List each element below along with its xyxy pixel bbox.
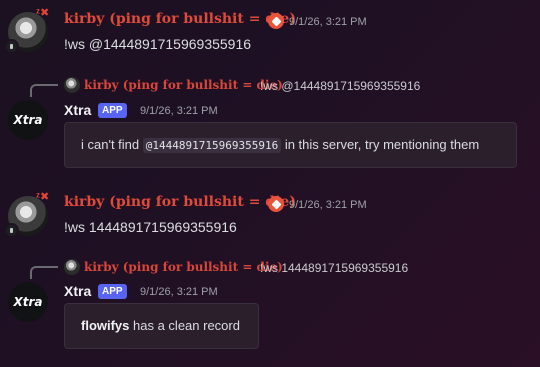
author-name[interactable]: kirby (ping for bullshit = die) bbox=[64, 11, 296, 27]
role-badge-icon[interactable] bbox=[268, 196, 284, 212]
reply-connector bbox=[30, 266, 58, 279]
embed-suffix: in this server, try mentioning them bbox=[281, 137, 480, 152]
message-text: !ws 1444891715969355916 bbox=[64, 219, 237, 235]
embed-rest: has a clean record bbox=[129, 318, 240, 333]
timestamp: 9/1/26, 3:21 PM bbox=[140, 105, 218, 117]
reply-author-name[interactable]: kirby (ping for bullshit = die) bbox=[84, 78, 283, 92]
reply-text[interactable]: !ws 1444891715969355916 bbox=[260, 261, 408, 275]
author-name[interactable]: Xtra bbox=[64, 283, 91, 299]
embed-text: i can't find @1444891715969355916 in thi… bbox=[81, 137, 480, 153]
app-tag: APP bbox=[98, 284, 127, 299]
app-tag: APP bbox=[98, 103, 127, 118]
xtra-avatar-label: Xtra bbox=[13, 113, 43, 127]
reply-author-name[interactable]: kirby (ping for bullshit = die) bbox=[84, 260, 283, 274]
timestamp: 9/1/26, 3:21 PM bbox=[289, 199, 367, 211]
mobile-status-icon bbox=[4, 39, 19, 54]
reply-connector bbox=[30, 84, 58, 97]
anger-icon: ᶻ✖ bbox=[36, 191, 50, 203]
anger-icon: ᶻ✖ bbox=[36, 7, 50, 19]
timestamp: 9/1/26, 3:21 PM bbox=[140, 286, 218, 298]
xtra-avatar[interactable]: Xtra bbox=[8, 282, 48, 322]
embed: i can't find @1444891715969355916 in thi… bbox=[64, 122, 517, 168]
author-name[interactable]: kirby (ping for bullshit = die) bbox=[64, 194, 296, 210]
reply-avatar[interactable] bbox=[64, 77, 80, 93]
embed-text: flowifys has a clean record bbox=[81, 318, 240, 333]
role-badge-icon[interactable] bbox=[268, 13, 284, 29]
mobile-status-icon bbox=[4, 223, 19, 238]
embed-username: flowifys bbox=[81, 318, 130, 333]
message-text: !ws @1444891715969355916 bbox=[64, 36, 252, 52]
reply-avatar[interactable] bbox=[64, 259, 80, 275]
embed-prefix: i can't find bbox=[81, 137, 143, 152]
author-name[interactable]: Xtra bbox=[64, 102, 91, 118]
xtra-avatar[interactable]: Xtra bbox=[8, 100, 48, 140]
timestamp: 9/1/26, 3:21 PM bbox=[289, 16, 367, 28]
embed-code: @1444891715969355916 bbox=[142, 138, 282, 153]
reply-text[interactable]: !ws @1444891715969355916 bbox=[260, 79, 420, 93]
xtra-avatar-label: Xtra bbox=[13, 295, 43, 309]
embed: flowifys has a clean record bbox=[64, 303, 259, 349]
